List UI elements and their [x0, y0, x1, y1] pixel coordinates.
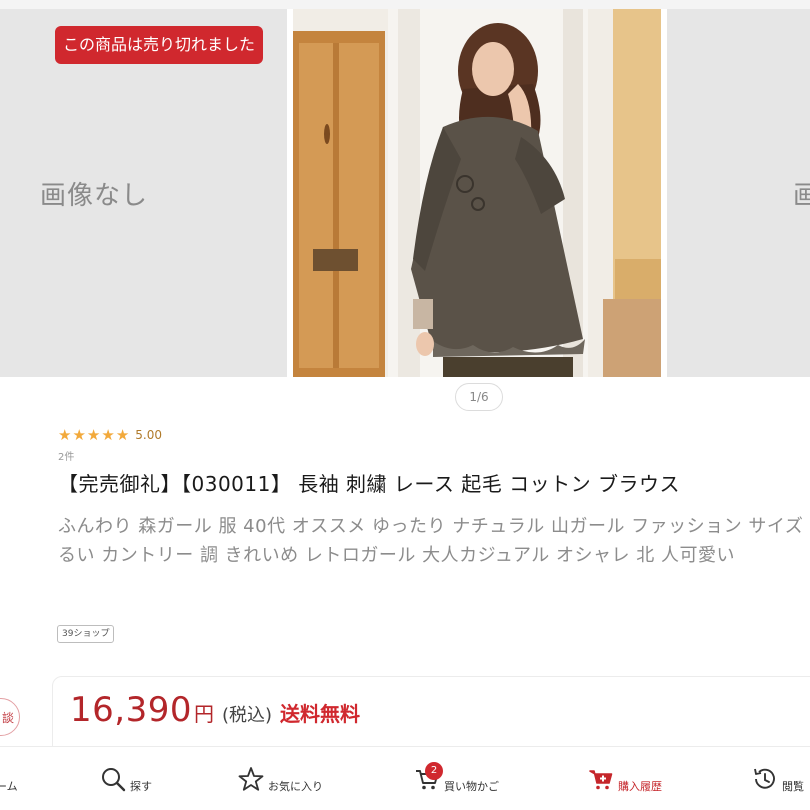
carousel-slide-no-image[interactable]: 画像なし	[0, 9, 287, 377]
carousel-pager: 1/6	[455, 383, 503, 411]
review-count[interactable]: 2件	[58, 448, 74, 463]
nav-cart[interactable]: 買い物かご	[414, 747, 499, 810]
image-carousel[interactable]: 画像なし 画 この商品は売り切れました	[0, 9, 810, 377]
chat-badge[interactable]: 談	[0, 698, 20, 736]
price: 16,390 円 (税込) 送料無料	[70, 690, 360, 730]
price-unit: 円	[193, 702, 214, 726]
shop-tag[interactable]: 39ショップ	[57, 625, 115, 643]
nav-favorites[interactable]: お気に入り	[238, 747, 323, 810]
price-amount: 16,390	[70, 690, 192, 730]
product-photo[interactable]	[293, 9, 661, 377]
shipping-free: 送料無料	[280, 702, 361, 726]
cart-plus-icon	[589, 770, 613, 790]
history-icon	[754, 768, 775, 789]
product-title: 【完売御礼】【030011】 長袖 刺繍 レース 起毛 コットン ブラウス	[58, 472, 680, 496]
top-strip	[0, 0, 810, 9]
nav-favorites-label: お気に入り	[268, 780, 323, 793]
nav-purchase-history[interactable]: 購入履歴	[588, 747, 662, 810]
nav-browsing-history-label: 閲覧	[782, 780, 804, 793]
star-icon: ★	[101, 426, 115, 444]
nav-home[interactable]: ーム	[0, 747, 18, 810]
star-icon: ★	[58, 426, 72, 444]
product-page: 画像なし 画 この商品は売り切れました 1/6 ★ ★ ★ ★ ★ 5.00 2…	[0, 0, 810, 810]
rating[interactable]: ★ ★ ★ ★ ★ 5.00	[58, 426, 162, 444]
product-photo-image	[293, 9, 661, 377]
carousel-slide-next[interactable]: 画	[667, 9, 810, 377]
cart-count-badge: 2	[425, 762, 443, 780]
soldout-badge: この商品は売り切れました	[55, 26, 264, 64]
no-image-label: 画像なし	[40, 180, 149, 211]
star-icon: ★	[115, 426, 130, 444]
nav-home-label: ーム	[0, 780, 18, 793]
product-description: ふんわり 森ガール 服 40代 オススメ ゆったり ナチュラル 山ガール ファッ…	[58, 516, 810, 566]
price-tax: (税込)	[221, 705, 273, 726]
search-icon	[102, 768, 126, 792]
star-outline-icon	[238, 767, 264, 791]
rating-value: 5.00	[135, 428, 162, 442]
nav-search-label: 探す	[130, 780, 152, 793]
nav-cart-label: 買い物かご	[444, 780, 499, 793]
star-icon: ★	[86, 426, 101, 444]
nav-browsing-history[interactable]: 閲覧	[752, 747, 804, 810]
star-icon: ★	[72, 426, 86, 444]
nav-search[interactable]: 探す	[100, 747, 152, 810]
bottom-nav: ーム 探す お気に入り 買い物かご 購入履歴 閲覧	[0, 746, 810, 810]
nav-purchase-history-label: 購入履歴	[618, 780, 662, 793]
no-image-label-next: 画	[793, 180, 810, 211]
